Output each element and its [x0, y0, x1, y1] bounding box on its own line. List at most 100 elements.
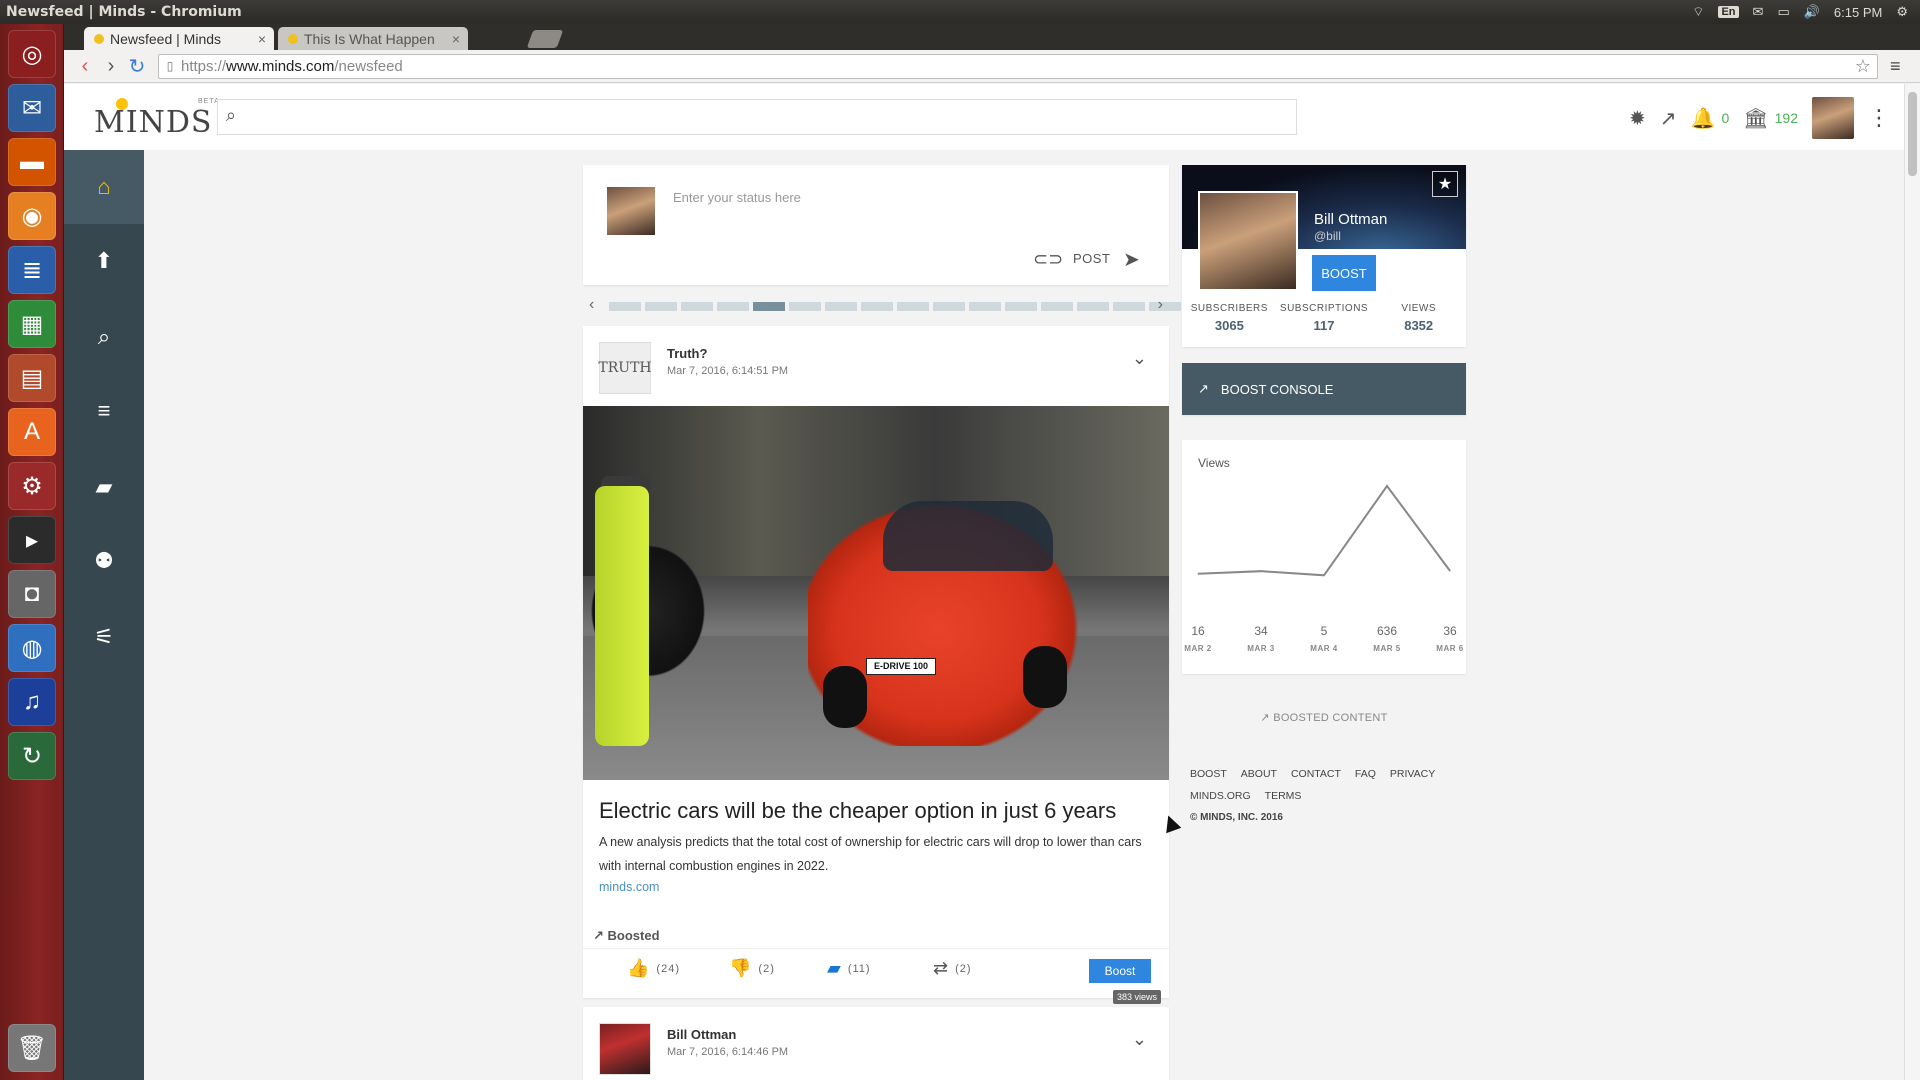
- bug-report-icon[interactable]: ✹: [1629, 106, 1646, 131]
- settings-gear-icon[interactable]: ⚙: [1896, 4, 1908, 20]
- carousel-next-icon[interactable]: ›: [1158, 296, 1163, 314]
- chevron-down-icon[interactable]: ⌄: [1132, 1029, 1147, 1050]
- home-icon[interactable]: ⌂: [64, 150, 144, 224]
- user-avatar[interactable]: [1811, 97, 1854, 139]
- carousel-prev-icon[interactable]: ‹: [589, 296, 594, 314]
- stat-views[interactable]: VIEWS 8352: [1371, 303, 1466, 333]
- dislike-button[interactable]: 👎 (2): [729, 958, 775, 979]
- camera-icon[interactable]: ◘: [8, 570, 56, 618]
- carousel-indicator[interactable]: [861, 302, 893, 311]
- remind-button[interactable]: ⇄ (2): [933, 958, 972, 979]
- calc-icon[interactable]: ▦: [8, 300, 56, 348]
- chevron-down-icon[interactable]: ⌄: [1132, 348, 1147, 369]
- carousel-indicator[interactable]: [753, 302, 785, 311]
- wifi-icon[interactable]: ⌔: [1692, 4, 1704, 20]
- search-input[interactable]: ⌕: [217, 99, 1297, 135]
- stat-subscriptions[interactable]: SUBSCRIPTIONS 117: [1277, 303, 1372, 333]
- post-author-name[interactable]: Truth?: [667, 346, 707, 361]
- trash-icon[interactable]: 🗑: [8, 1024, 56, 1072]
- dash-home-icon[interactable]: ◎: [8, 30, 56, 78]
- profile-boost-button[interactable]: BOOST: [1312, 255, 1376, 291]
- carousel-indicator[interactable]: [717, 302, 749, 311]
- mail-icon[interactable]: ✉: [1753, 4, 1764, 20]
- reload-icon[interactable]: ↻: [124, 54, 150, 79]
- tab-newsfeed[interactable]: Newsfeed | Minds ×: [84, 27, 274, 50]
- status-input[interactable]: Enter your status here: [673, 190, 801, 205]
- volume-icon[interactable]: 🔊: [1804, 4, 1820, 20]
- software-center-icon[interactable]: A: [8, 408, 56, 456]
- post-author-avatar[interactable]: [599, 1023, 651, 1075]
- send-arrow-icon[interactable]: ➤: [1123, 247, 1140, 272]
- carousel-indicator[interactable]: [609, 302, 641, 311]
- address-bar[interactable]: ▯ https://www.minds.com/newsfeed ☆: [158, 53, 1878, 79]
- carousel-indicator[interactable]: [1113, 302, 1145, 311]
- profile-avatar[interactable]: [1198, 191, 1298, 291]
- keyboard-layout-indicator[interactable]: En: [1718, 6, 1739, 18]
- new-tab-button[interactable]: [526, 30, 564, 48]
- system-settings-icon[interactable]: ⚙: [8, 462, 56, 510]
- firefox-icon[interactable]: ◉: [8, 192, 56, 240]
- forward-icon[interactable]: ›: [98, 55, 124, 78]
- impress-icon[interactable]: ▤: [8, 354, 56, 402]
- carousel-indicator[interactable]: [933, 302, 965, 311]
- writer-icon[interactable]: ≣: [8, 246, 56, 294]
- carousel-indicator[interactable]: [681, 302, 713, 311]
- footer-link-privacy[interactable]: PRIVACY: [1390, 768, 1435, 780]
- comment-button[interactable]: ▰ (11): [827, 958, 871, 979]
- trending-icon[interactable]: ↗: [1660, 106, 1677, 131]
- post-author-name[interactable]: Bill Ottman: [667, 1027, 736, 1042]
- update-manager-icon[interactable]: ↻: [8, 732, 56, 780]
- post-image[interactable]: E-DRIVE 100: [583, 406, 1169, 780]
- like-button[interactable]: 👍 (24): [627, 958, 680, 979]
- footer-link-minds-org[interactable]: MINDS.ORG: [1190, 790, 1251, 802]
- carousel-indicator[interactable]: [897, 302, 929, 311]
- carousel-indicator[interactable]: [1041, 302, 1073, 311]
- footer-link-terms[interactable]: TERMS: [1265, 790, 1302, 802]
- carousel-indicator[interactable]: [789, 302, 821, 311]
- carousel-indicator[interactable]: [1149, 302, 1181, 311]
- carousel-indicator[interactable]: [645, 302, 677, 311]
- post-author-avatar[interactable]: TRUTH: [598, 342, 652, 394]
- wallet-bank-icon[interactable]: 🏛: [1743, 106, 1768, 131]
- bookmark-star-icon[interactable]: ☆: [1855, 56, 1871, 77]
- clock[interactable]: 6:15 PM: [1834, 5, 1882, 20]
- settings-sliders-icon[interactable]: ⚟: [64, 600, 144, 674]
- star-icon[interactable]: ★: [1432, 171, 1458, 197]
- blogs-icon[interactable]: ≡: [64, 374, 144, 448]
- notifications-bell-icon[interactable]: 🔔: [1691, 106, 1716, 131]
- boost-post-button[interactable]: Boost: [1089, 959, 1151, 983]
- more-menu-icon[interactable]: ⋮: [1868, 105, 1890, 131]
- boost-console-button[interactable]: ↗ BOOST CONSOLE: [1182, 363, 1466, 415]
- messenger-icon[interactable]: ▰: [64, 450, 144, 524]
- page-scrollbar[interactable]: [1904, 84, 1920, 1080]
- footer-link-about[interactable]: ABOUT: [1241, 768, 1277, 780]
- footer-link-boost[interactable]: BOOST: [1190, 768, 1227, 780]
- chromium-icon[interactable]: ◍: [8, 624, 56, 672]
- attachment-icon[interactable]: ⊂⊃: [1033, 249, 1063, 270]
- scrollbar-thumb[interactable]: [1908, 92, 1917, 176]
- page-info-icon[interactable]: ▯: [159, 59, 181, 73]
- upload-icon[interactable]: ⬆: [64, 224, 144, 298]
- post-title[interactable]: Electric cars will be the cheaper option…: [599, 798, 1116, 824]
- tab-close-icon[interactable]: ×: [452, 31, 460, 47]
- post-source-link[interactable]: minds.com: [599, 880, 659, 894]
- carousel-indicator[interactable]: [825, 302, 857, 311]
- footer-link-contact[interactable]: CONTACT: [1291, 768, 1341, 780]
- battery-icon[interactable]: ▭: [1777, 4, 1789, 20]
- post-button[interactable]: POST: [1073, 251, 1110, 266]
- search-nav-icon[interactable]: ⌕: [64, 300, 144, 374]
- profile-name[interactable]: Bill Ottman: [1314, 211, 1387, 228]
- footer-link-faq[interactable]: FAQ: [1355, 768, 1376, 780]
- terminal-icon[interactable]: ▸: [8, 516, 56, 564]
- tab-close-icon[interactable]: ×: [258, 31, 266, 47]
- thunderbird-icon[interactable]: ✉: [8, 84, 56, 132]
- browser-menu-icon[interactable]: ≡: [1890, 56, 1901, 77]
- stat-subscribers[interactable]: SUBSCRIBERS 3065: [1182, 303, 1277, 333]
- minds-logo[interactable]: MINDS BETA: [94, 96, 219, 140]
- audacity-icon[interactable]: ♫: [8, 678, 56, 726]
- back-icon[interactable]: ‹: [72, 55, 98, 78]
- carousel-indicator[interactable]: [1005, 302, 1037, 311]
- carousel-indicator[interactable]: [1077, 302, 1109, 311]
- tab-article[interactable]: This Is What Happen ×: [278, 27, 468, 50]
- carousel-indicator[interactable]: [969, 302, 1001, 311]
